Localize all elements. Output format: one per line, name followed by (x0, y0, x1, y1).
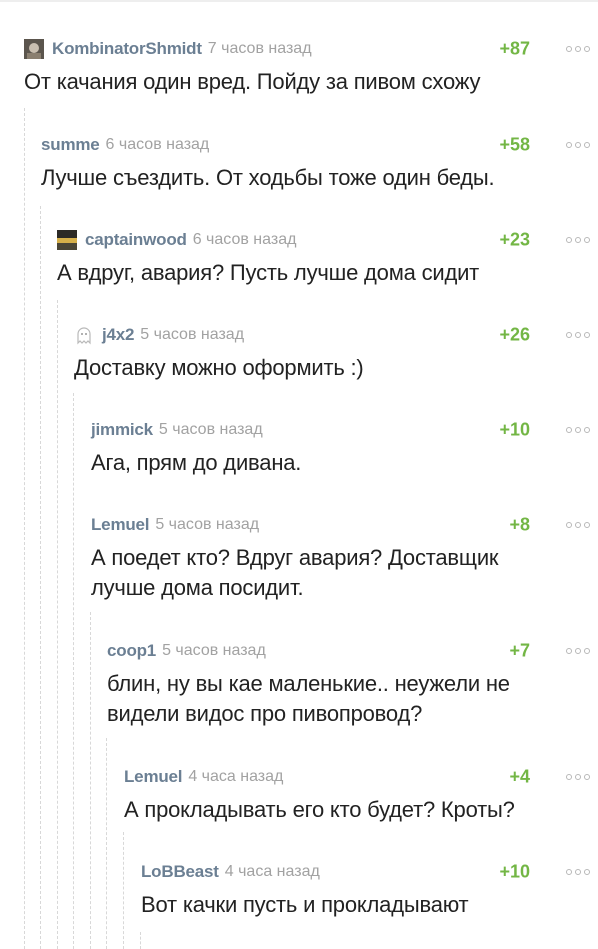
comment-text: А поедет кто? Вдруг авария? Доставщик лу… (91, 545, 499, 600)
timestamp[interactable]: 4 часа назад (188, 768, 283, 786)
comment: Lemuel 4 часа назад +4 А прокладывать ег… (124, 765, 590, 825)
comment-header: LoBBeast 4 часа назад +10 (141, 860, 590, 884)
username[interactable]: jimmick (91, 420, 153, 440)
more-options-icon[interactable] (566, 332, 590, 338)
comment-header: j4x2 5 часов назад +26 (74, 323, 590, 347)
comment: summe 6 часов назад +58 Лучше съездить. … (41, 133, 590, 193)
more-options-icon[interactable] (566, 869, 590, 875)
username[interactable]: j4x2 (102, 325, 134, 345)
username[interactable]: coop1 (107, 641, 156, 661)
comment-text: От качания один вред. Пойду за пивом схо… (24, 69, 481, 94)
timestamp[interactable]: 4 часа назад (225, 863, 320, 881)
rating: +10 (499, 861, 530, 882)
thread-line[interactable] (140, 932, 142, 949)
comment: Lemuel 5 часов назад +8 А поедет кто? Вд… (91, 513, 590, 603)
comment-header: coop1 5 часов назад +7 (107, 639, 590, 663)
timestamp[interactable]: 7 часов назад (208, 40, 312, 58)
comment: captainwood 6 часов назад +23 А вдруг, а… (57, 228, 590, 288)
more-options-icon[interactable] (566, 142, 590, 148)
rating: +87 (499, 38, 530, 59)
username[interactable]: LoBBeast (141, 862, 219, 882)
thread-line[interactable] (40, 206, 42, 949)
comment-header: jimmick 5 часов назад +10 (91, 418, 590, 442)
rating: +8 (509, 514, 530, 535)
rating: +4 (509, 766, 530, 787)
more-options-icon[interactable] (566, 427, 590, 433)
rating: +58 (499, 134, 530, 155)
comment: jimmick 5 часов назад +10 Ага, прям до д… (91, 418, 590, 478)
comment-text: А вдруг, авария? Пусть лучше дома сидит (57, 260, 480, 285)
username[interactable]: Lemuel (124, 767, 183, 787)
more-options-icon[interactable] (566, 46, 590, 52)
rating: +23 (499, 229, 530, 250)
username[interactable]: KombinatorShmidt (52, 39, 202, 59)
thread-line[interactable] (57, 300, 59, 949)
photo-avatar-icon[interactable] (57, 230, 77, 250)
comment-text: блин, ну вы кае маленькие.. неужели не в… (107, 671, 510, 726)
more-options-icon[interactable] (566, 774, 590, 780)
timestamp[interactable]: 5 часов назад (159, 421, 263, 439)
timestamp[interactable]: 5 часов назад (162, 642, 266, 660)
comment-header: KombinatorShmidt 7 часов назад +87 (24, 37, 590, 61)
comment-text: Доставку можно оформить :) (74, 355, 364, 380)
thread-line[interactable] (90, 612, 92, 949)
username[interactable]: summe (41, 135, 100, 155)
timestamp[interactable]: 6 часов назад (193, 231, 297, 249)
thread-line[interactable] (73, 393, 75, 949)
comment-header: Lemuel 5 часов назад +8 (91, 513, 590, 537)
thread-line[interactable] (24, 108, 26, 949)
comment: coop1 5 часов назад +7 блин, ну вы кае м… (107, 639, 590, 729)
ghost-avatar-icon[interactable] (74, 325, 94, 345)
more-options-icon[interactable] (566, 522, 590, 528)
timestamp[interactable]: 6 часов назад (106, 136, 210, 154)
comment-text: Вот качки пусть и прокладывают (141, 892, 469, 917)
rating: +7 (509, 640, 530, 661)
rating: +26 (499, 324, 530, 345)
comment-header: Lemuel 4 часа назад +4 (124, 765, 590, 789)
top-divider (0, 0, 598, 2)
comment-text: А прокладывать его кто будет? Кроты? (124, 797, 515, 822)
rating: +10 (499, 419, 530, 440)
more-options-icon[interactable] (566, 648, 590, 654)
more-options-icon[interactable] (566, 237, 590, 243)
comment-header: summe 6 часов назад +58 (41, 133, 590, 157)
username[interactable]: Lemuel (91, 515, 150, 535)
timestamp[interactable]: 5 часов назад (155, 516, 259, 534)
comment-text: Ага, прям до дивана. (91, 450, 302, 475)
thread-line[interactable] (123, 832, 125, 949)
comment: KombinatorShmidt 7 часов назад +87 От ка… (24, 37, 590, 97)
photo-avatar-icon[interactable] (24, 39, 44, 59)
timestamp[interactable]: 5 часов назад (140, 326, 244, 344)
comment: LoBBeast 4 часа назад +10 Вот качки пуст… (141, 860, 590, 920)
comment: j4x2 5 часов назад +26 Доставку можно оф… (74, 323, 590, 383)
comment-text: Лучше съездить. От ходьбы тоже один беды… (41, 165, 495, 190)
thread-line[interactable] (106, 738, 108, 949)
comment-header: captainwood 6 часов назад +23 (57, 228, 590, 252)
username[interactable]: captainwood (85, 230, 187, 250)
